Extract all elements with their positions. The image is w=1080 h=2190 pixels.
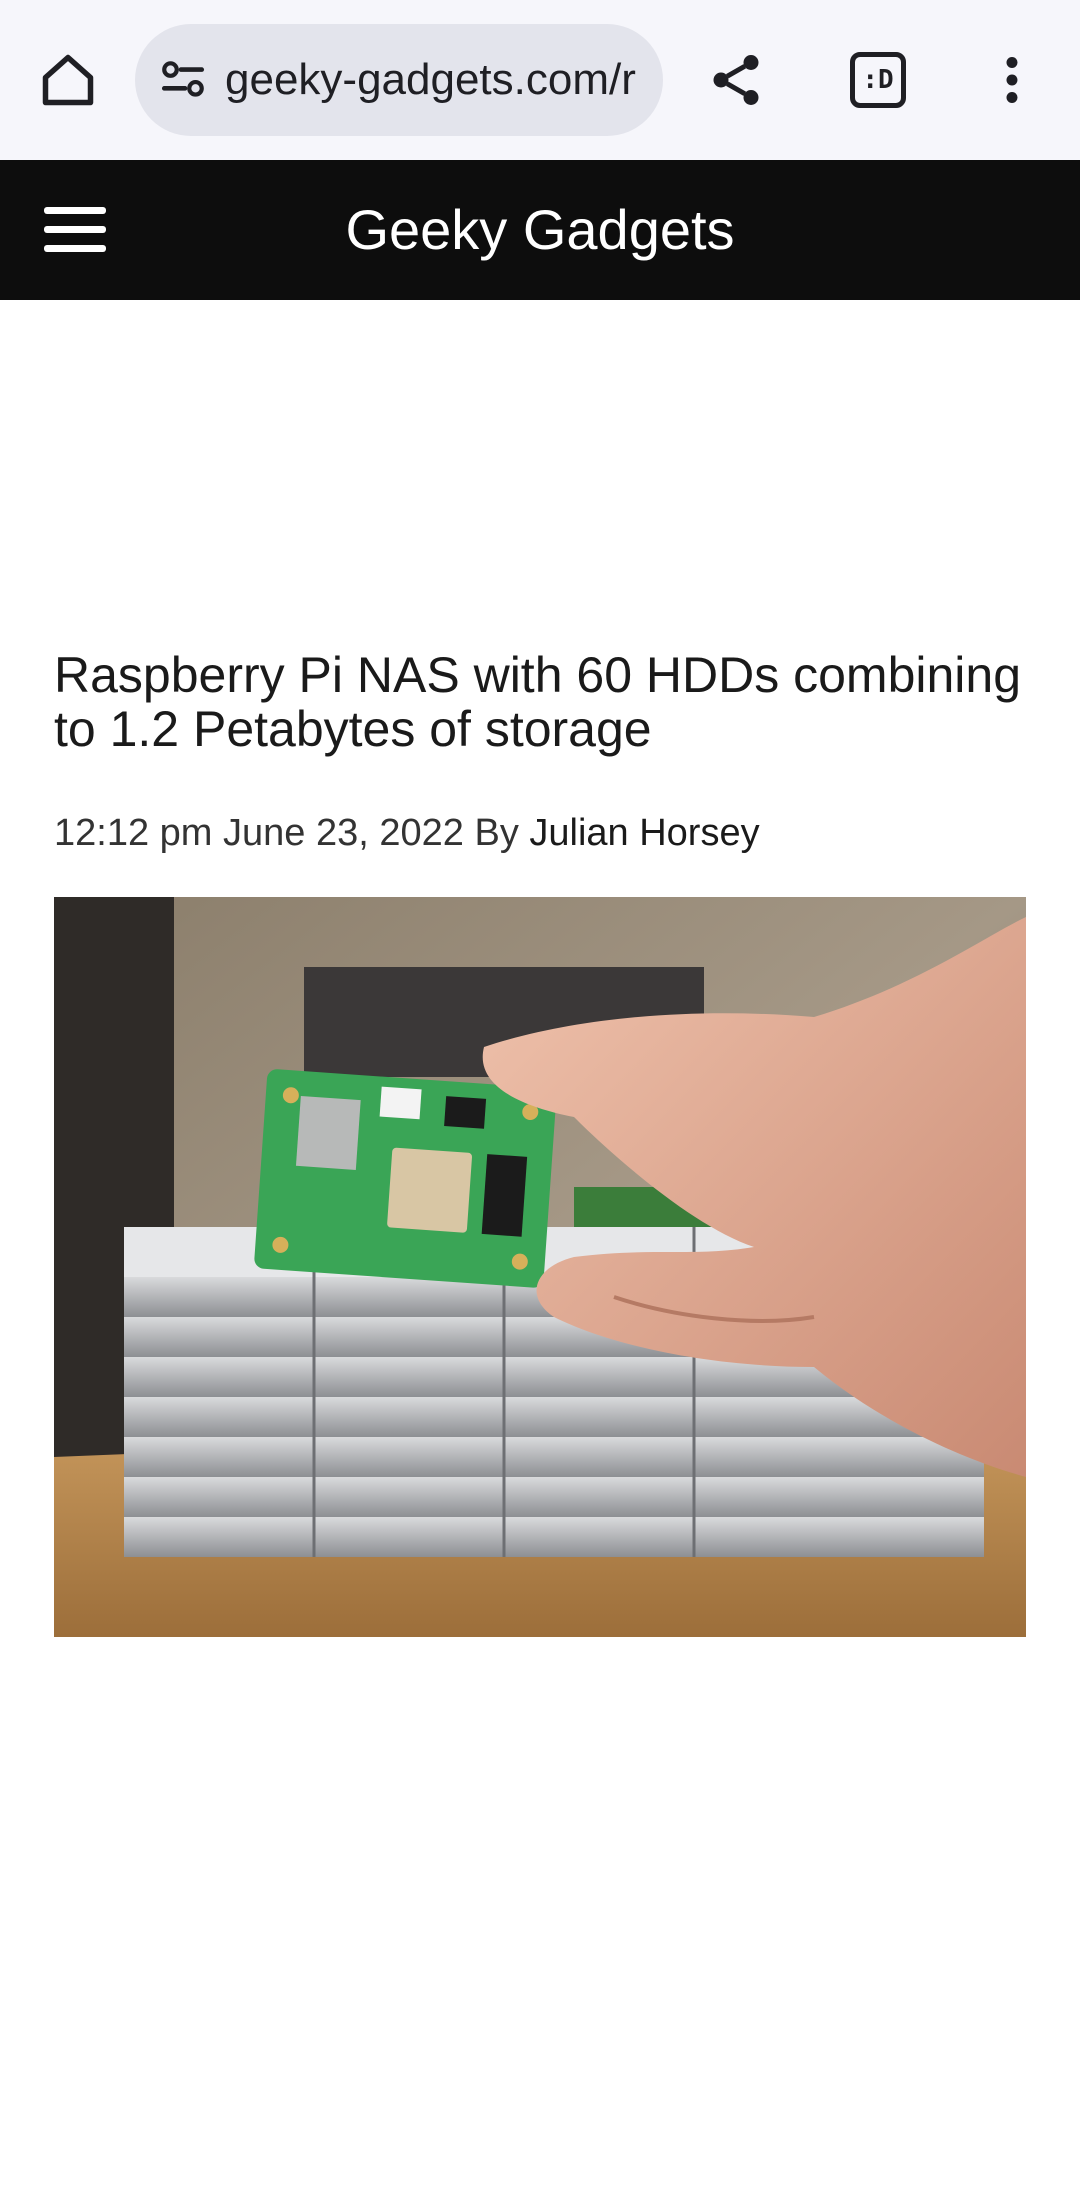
site-title[interactable]: Geeky Gadgets: [0, 160, 1080, 300]
address-bar[interactable]: geeky-gadgets.com/r: [135, 24, 663, 136]
publish-date: June 23, 2022: [223, 812, 464, 854]
share-icon: [713, 55, 759, 105]
article-byline: 12:12 pm June 23, 2022 By Julian Horsey: [54, 812, 760, 855]
hamburger-menu-icon: [44, 207, 106, 252]
home-icon: [42, 54, 94, 106]
tab-switcher-button[interactable]: :D: [828, 30, 928, 130]
compute-module-board: [254, 1069, 557, 1288]
ad-placeholder: [54, 330, 1026, 610]
publish-time: 12:12 pm: [54, 812, 213, 854]
tab-switcher-icon: :D: [850, 52, 906, 108]
url-text[interactable]: geeky-gadgets.com/r: [225, 55, 663, 105]
site-header: Geeky Gadgets: [0, 160, 1080, 300]
author-link[interactable]: Julian Horsey: [529, 812, 759, 854]
home-button[interactable]: [18, 30, 118, 130]
browser-toolbar: geeky-gadgets.com/r :D: [0, 0, 1080, 160]
share-button[interactable]: [686, 30, 786, 130]
site-settings-icon[interactable]: [153, 50, 213, 110]
header-divider: [54, 296, 1026, 300]
article-featured-image[interactable]: [54, 897, 1026, 1637]
more-vert-icon: [1006, 57, 1018, 103]
browser-menu-button[interactable]: [962, 30, 1062, 130]
byline-by: By: [474, 812, 519, 854]
article-title: Raspberry Pi NAS with 60 HDDs combining …: [54, 647, 1022, 757]
menu-button[interactable]: [30, 195, 120, 265]
